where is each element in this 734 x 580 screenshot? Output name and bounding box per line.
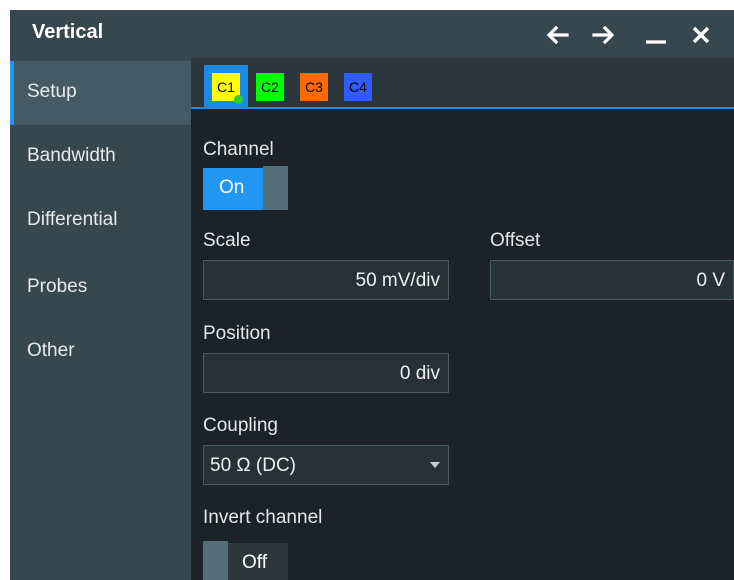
scale-label: Scale [203, 230, 251, 251]
toggle-knob [263, 166, 288, 210]
coupling-value: 50 Ω (DC) [210, 455, 296, 476]
window-title: Vertical [32, 21, 104, 43]
offset-value: 0 V [696, 270, 725, 291]
channel-tab-bar: C1 C2 C3 C4 [191, 58, 734, 108]
tab-c3-chip: C3 [300, 72, 328, 101]
vertical-dialog: Vertical Setup Bandwidth Differential Pr… [10, 10, 734, 580]
sidebar-item-setup[interactable]: Setup [10, 61, 191, 125]
minimize-icon[interactable] [640, 19, 672, 51]
tab-label: C3 [305, 78, 323, 95]
invert-channel-toggle[interactable]: Off [203, 541, 288, 580]
position-value: 0 div [399, 363, 440, 384]
tab-label: C2 [261, 78, 279, 95]
sidebar: Setup Bandwidth Differential Probes Othe… [10, 58, 191, 580]
tab-c4[interactable]: C4 [336, 65, 380, 108]
coupling-select[interactable]: 50 Ω (DC) [203, 445, 449, 485]
tab-c3[interactable]: C3 [292, 65, 336, 108]
offset-label: Offset [490, 230, 541, 251]
toggle-label: Off [242, 552, 267, 573]
sidebar-item-label: Bandwidth [27, 145, 116, 166]
toggle-label: On [219, 177, 245, 198]
forward-arrow-icon[interactable] [588, 19, 620, 51]
coupling-label: Coupling [203, 415, 278, 436]
sidebar-item-probes[interactable]: Probes [10, 256, 191, 320]
active-indicator-dot [234, 94, 243, 104]
sidebar-item-differential[interactable]: Differential [10, 189, 191, 253]
invert-channel-label: Invert channel [203, 507, 323, 528]
tab-c1[interactable]: C1 [204, 65, 248, 108]
sidebar-item-label: Other [27, 340, 75, 361]
sidebar-item-bandwidth[interactable]: Bandwidth [10, 125, 191, 189]
tab-c4-chip: C4 [344, 72, 372, 101]
tab-c2[interactable]: C2 [248, 65, 292, 108]
channel-toggle[interactable]: On [203, 166, 288, 210]
tab-label: C1 [217, 78, 235, 95]
sidebar-item-label: Setup [27, 81, 77, 102]
invert-toggle-off: Off [228, 543, 288, 580]
back-arrow-icon[interactable] [541, 19, 573, 51]
offset-input[interactable]: 0 V [490, 260, 734, 300]
sidebar-item-label: Differential [27, 209, 118, 230]
scale-input[interactable]: 50 mV/div [203, 260, 449, 300]
channel-label: Channel [203, 139, 274, 160]
sidebar-item-label: Probes [27, 276, 88, 297]
tab-c1-chip: C1 [212, 72, 243, 104]
main-panel: C1 C2 C3 C4 Channel On Scale 50 mV/div O… [191, 58, 734, 580]
chevron-down-icon [430, 462, 440, 468]
close-icon[interactable] [685, 19, 717, 51]
tab-underline [191, 107, 734, 109]
toggle-knob [203, 541, 228, 580]
position-label: Position [203, 323, 271, 344]
tab-label: C4 [349, 78, 367, 95]
sidebar-item-other[interactable]: Other [10, 320, 191, 384]
tab-c2-chip: C2 [256, 72, 284, 101]
title-bar: Vertical [10, 10, 734, 58]
scale-value: 50 mV/div [355, 270, 440, 291]
channel-toggle-on: On [203, 168, 263, 210]
position-input[interactable]: 0 div [203, 353, 449, 393]
